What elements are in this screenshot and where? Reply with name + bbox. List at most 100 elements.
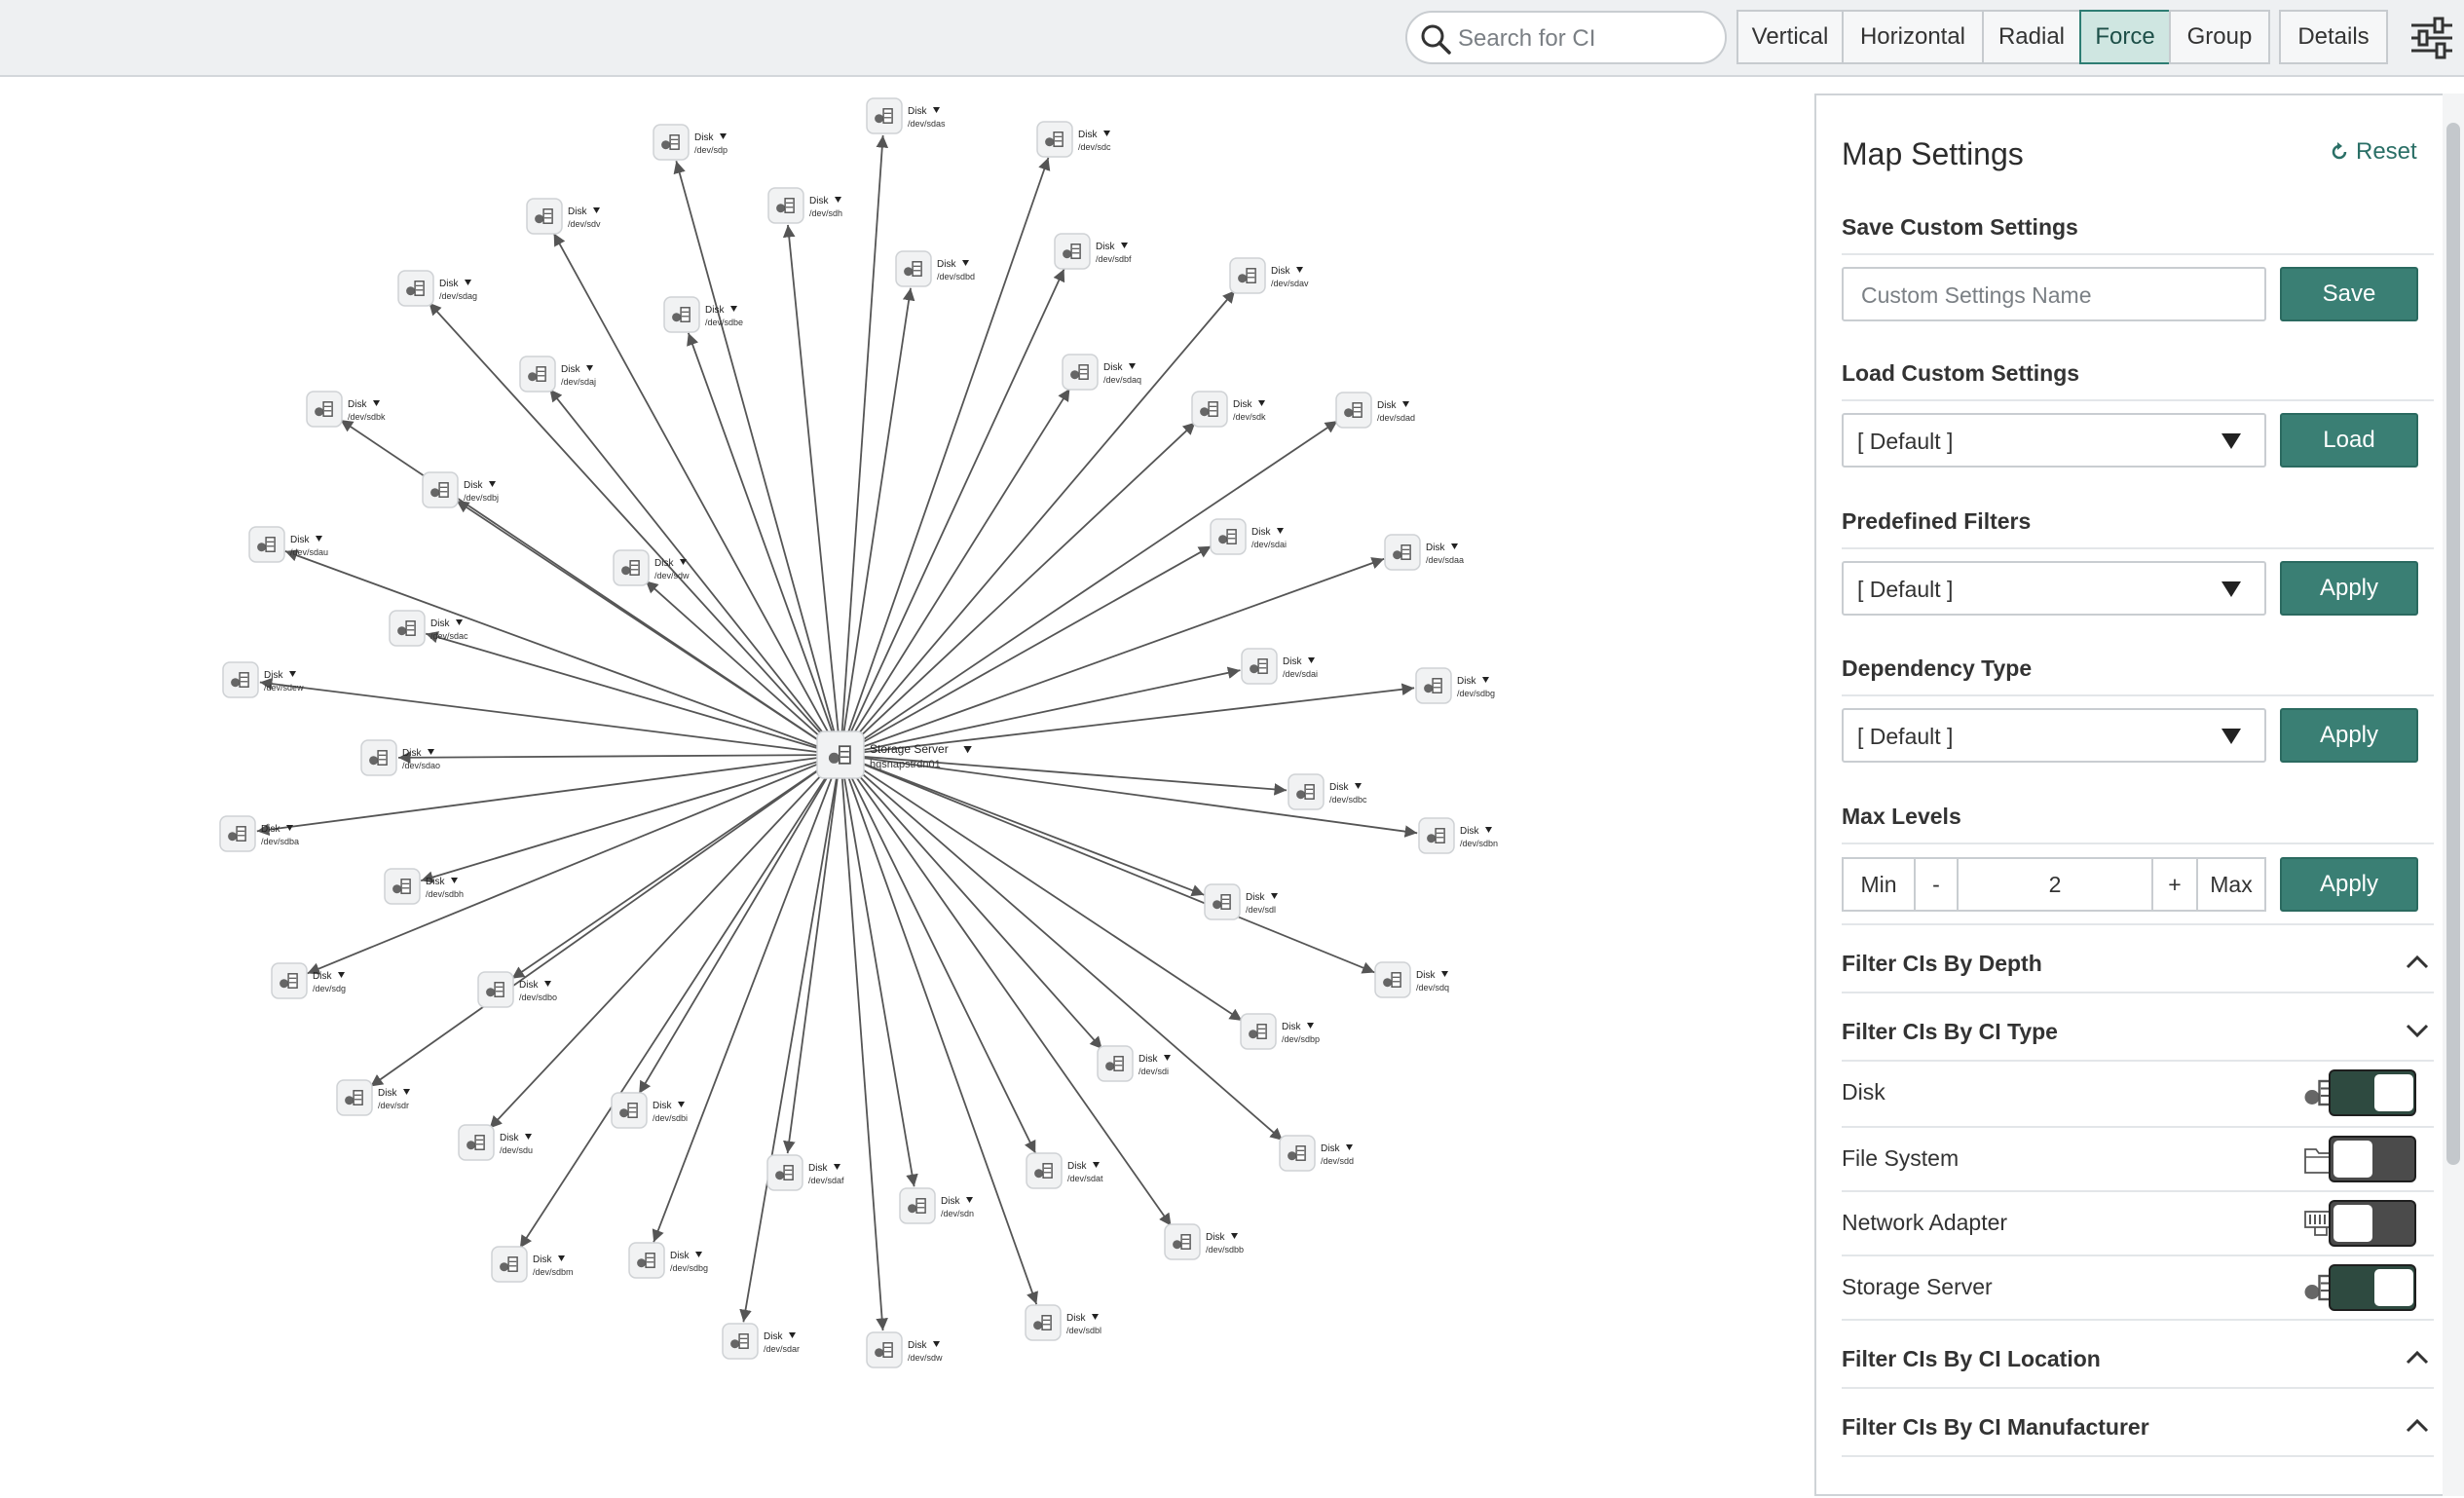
node-expand-arrow-icon[interactable] — [835, 197, 841, 203]
layout-force-button[interactable]: Force — [2079, 10, 2171, 64]
node-expand-arrow-icon[interactable] — [834, 1164, 840, 1170]
graph-node-disk[interactable]: Disk/dev/sdaq — [1062, 354, 1141, 391]
graph-node-disk[interactable]: Disk/dev/sdbh — [384, 868, 464, 905]
node-expand-arrow-icon[interactable] — [428, 749, 434, 755]
graph-node-disk[interactable]: Disk/dev/sdi — [1097, 1045, 1171, 1082]
node-expand-arrow-icon[interactable] — [1296, 267, 1303, 273]
node-expand-arrow-icon[interactable] — [1103, 131, 1110, 136]
graph-node-disk[interactable]: Disk/dev/sdbk — [306, 391, 386, 428]
node-expand-arrow-icon[interactable] — [963, 746, 972, 754]
load-button[interactable]: Load — [2280, 413, 2418, 468]
increment-button[interactable]: + — [2151, 857, 2198, 912]
panel-scrollbar[interactable] — [2443, 94, 2464, 1496]
node-expand-arrow-icon[interactable] — [1485, 827, 1492, 833]
layout-vertical-button[interactable]: Vertical — [1736, 10, 1844, 64]
storage-server-type-toggle[interactable] — [2329, 1264, 2416, 1311]
layout-radial-button[interactable]: Radial — [1982, 10, 2081, 64]
layout-horizontal-button[interactable]: Horizontal — [1842, 10, 1984, 64]
graph-node-disk[interactable]: Disk/dev/sdl — [1204, 883, 1278, 920]
levels-value-input[interactable]: 2 — [1957, 857, 2153, 912]
node-expand-arrow-icon[interactable] — [933, 1341, 940, 1347]
filter-by-ci-manufacturer-header[interactable]: Filter CIs By CI Manufacturer — [1842, 1408, 2434, 1447]
max-button[interactable]: Max — [2196, 857, 2266, 912]
dependency-type-select[interactable]: [ Default ] — [1842, 708, 2266, 763]
load-settings-select[interactable]: [ Default ] — [1842, 413, 2266, 468]
node-expand-arrow-icon[interactable] — [1441, 971, 1448, 977]
node-expand-arrow-icon[interactable] — [1271, 893, 1278, 899]
graph-node-disk[interactable]: Disk/dev/sdn — [899, 1187, 974, 1224]
graph-node-disk[interactable]: Disk/dev/sdaj — [519, 356, 596, 393]
layout-group-button[interactable]: Group — [2169, 10, 2270, 64]
filter-by-depth-header[interactable]: Filter CIs By Depth — [1842, 945, 2434, 984]
min-button[interactable]: Min — [1842, 857, 1916, 912]
scrollbar-thumb[interactable] — [2446, 123, 2460, 1165]
node-expand-arrow-icon[interactable] — [586, 365, 593, 371]
node-expand-arrow-icon[interactable] — [338, 972, 345, 978]
search-box[interactable] — [1405, 11, 1727, 64]
node-expand-arrow-icon[interactable] — [720, 133, 727, 139]
graph-node-disk[interactable]: Disk/dev/sdbg — [1415, 667, 1495, 704]
node-expand-arrow-icon[interactable] — [730, 306, 737, 312]
graph-node-disk[interactable]: Disk/dev/sdbc — [1288, 773, 1367, 810]
graph-node-disk[interactable]: Disk/dev/sdw — [866, 1331, 943, 1368]
custom-settings-name-input[interactable] — [1859, 279, 2253, 312]
settings-sliders-icon[interactable] — [2408, 14, 2456, 62]
custom-settings-name-field[interactable] — [1842, 267, 2266, 321]
graph-node-disk[interactable]: Disk/dev/sdai — [1241, 648, 1318, 685]
graph-node-disk[interactable]: Disk/dev/sdg — [271, 962, 346, 999]
node-expand-arrow-icon[interactable] — [465, 280, 471, 285]
node-expand-arrow-icon[interactable] — [289, 671, 296, 677]
node-expand-arrow-icon[interactable] — [933, 107, 940, 113]
filter-by-ci-location-header[interactable]: Filter CIs By CI Location — [1842, 1340, 2434, 1379]
graph-node-disk[interactable]: Disk/dev/sdac — [389, 610, 468, 647]
node-expand-arrow-icon[interactable] — [1355, 783, 1362, 789]
node-expand-arrow-icon[interactable] — [1402, 401, 1409, 407]
node-expand-arrow-icon[interactable] — [456, 619, 463, 625]
node-expand-arrow-icon[interactable] — [1121, 243, 1128, 248]
node-expand-arrow-icon[interactable] — [1129, 363, 1136, 369]
node-expand-arrow-icon[interactable] — [525, 1134, 532, 1140]
graph-node-disk[interactable]: Disk/dev/sdp — [653, 124, 728, 161]
node-expand-arrow-icon[interactable] — [1451, 543, 1458, 549]
node-expand-arrow-icon[interactable] — [1277, 528, 1284, 534]
graph-node-disk[interactable]: Disk/dev/sdad — [1335, 392, 1415, 429]
dependency-graph-canvas[interactable]: Disk/dev/sdas Disk/dev/sdp Disk/dev/sdc Dis… — [0, 78, 1811, 1498]
predefined-filters-select[interactable]: [ Default ] — [1842, 561, 2266, 616]
node-expand-arrow-icon[interactable] — [451, 878, 458, 883]
search-input[interactable] — [1456, 20, 1713, 57]
graph-node-disk[interactable]: Disk/dev/sdbb — [1164, 1223, 1244, 1260]
graph-node-disk[interactable]: Disk/dev/sdav — [1229, 257, 1309, 294]
apply-levels-button[interactable]: Apply — [2280, 857, 2418, 912]
node-expand-arrow-icon[interactable] — [1258, 400, 1265, 406]
graph-node-disk[interactable]: Disk/dev/sdaa — [1384, 534, 1464, 571]
graph-node-disk[interactable]: Disk/dev/sdat — [1026, 1152, 1103, 1189]
decrement-button[interactable]: - — [1914, 857, 1959, 912]
details-button[interactable]: Details — [2279, 10, 2388, 64]
node-expand-arrow-icon[interactable] — [1482, 677, 1489, 683]
graph-node-disk[interactable]: Disk/dev/sdv — [526, 198, 601, 235]
graph-node-disk[interactable]: Disk/dev/sdq — [1374, 961, 1449, 998]
graph-node-disk[interactable]: Disk/dev/sdbg — [628, 1242, 708, 1279]
save-button[interactable]: Save — [2280, 267, 2418, 321]
graph-node-disk[interactable]: Disk/dev/sdbl — [1025, 1304, 1101, 1341]
graph-node-disk[interactable]: Disk/dev/sdew — [222, 661, 304, 698]
graph-node-disk[interactable]: Disk/dev/sdba — [219, 815, 299, 852]
graph-node-disk[interactable]: Disk/dev/sdbi — [611, 1092, 688, 1129]
graph-node-disk[interactable]: Disk/dev/sdbm — [491, 1246, 574, 1283]
node-expand-arrow-icon[interactable] — [558, 1255, 565, 1261]
apply-dependency-button[interactable]: Apply — [2280, 708, 2418, 763]
graph-node-disk[interactable]: Disk/dev/sdbn — [1418, 817, 1498, 854]
file-system-type-toggle[interactable] — [2329, 1136, 2416, 1182]
node-expand-arrow-icon[interactable] — [966, 1197, 973, 1203]
network-adapter-type-toggle[interactable] — [2329, 1200, 2416, 1247]
node-expand-arrow-icon[interactable] — [680, 559, 687, 565]
graph-node-disk[interactable]: Disk/dev/sdas — [866, 97, 946, 134]
node-expand-arrow-icon[interactable] — [1307, 1023, 1314, 1029]
node-expand-arrow-icon[interactable] — [1164, 1055, 1171, 1061]
node-expand-arrow-icon[interactable] — [489, 481, 496, 487]
graph-node-disk[interactable]: Disk/dev/sdag — [397, 270, 477, 307]
graph-node-disk[interactable]: Disk/dev/sdc — [1036, 121, 1111, 158]
node-expand-arrow-icon[interactable] — [1092, 1314, 1099, 1320]
graph-node-disk[interactable]: Disk/dev/sdbf — [1054, 233, 1132, 270]
graph-node-disk[interactable]: Disk/dev/sdbd — [895, 250, 975, 287]
